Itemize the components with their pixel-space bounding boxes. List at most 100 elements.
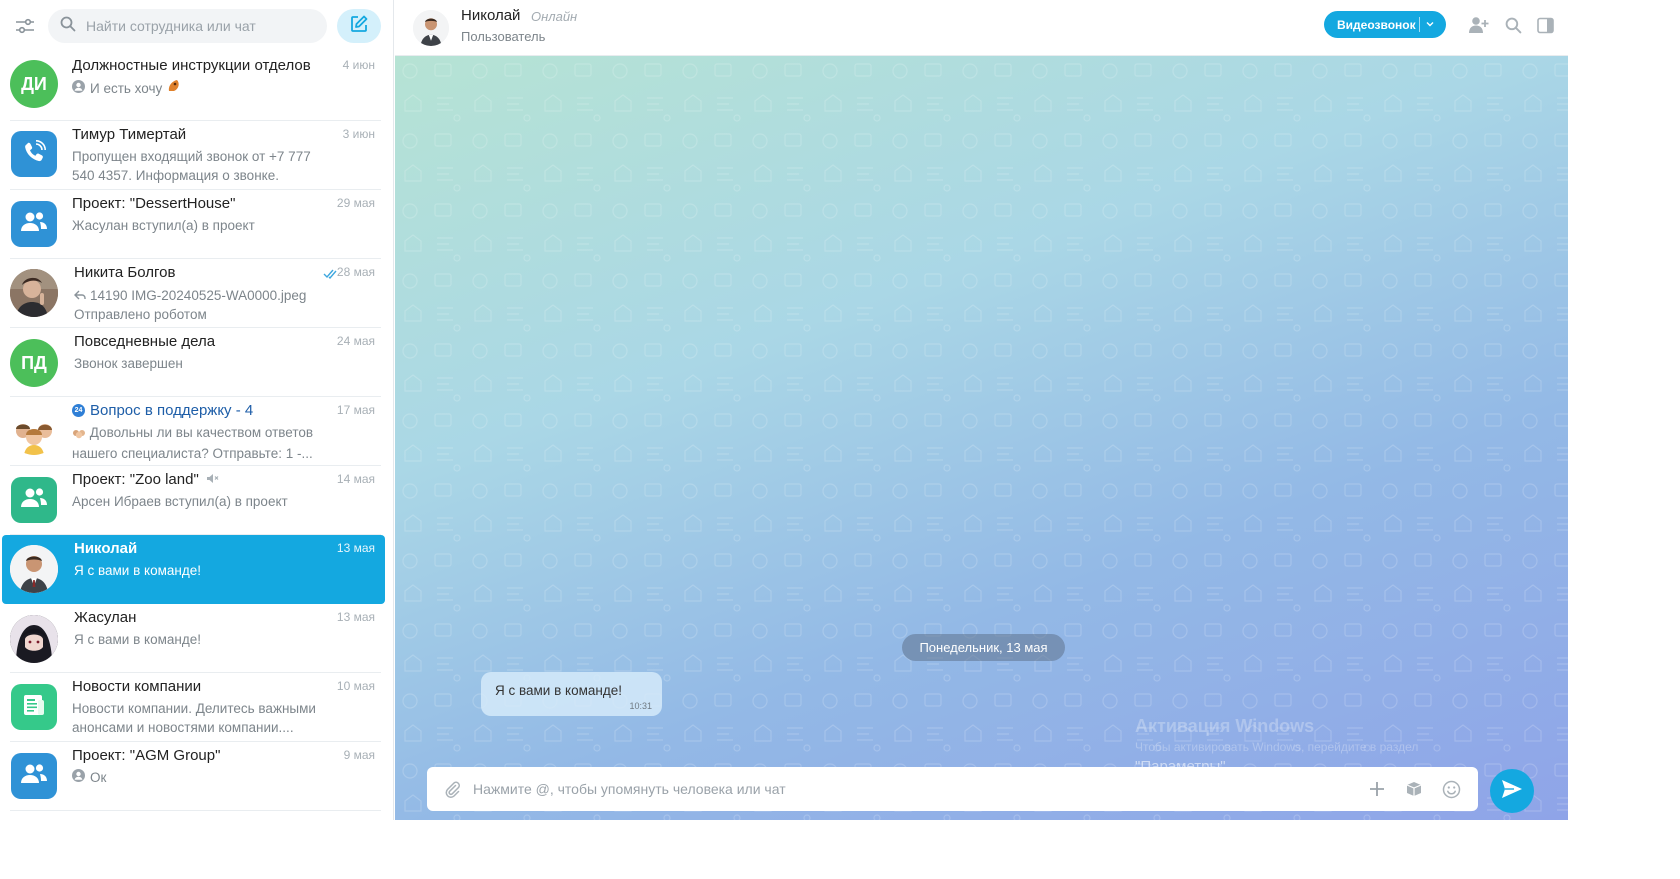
chat-date: 10 мая (336, 679, 375, 693)
chat-title: Повседневные дела (74, 333, 216, 350)
group-icon (20, 763, 48, 790)
avatar: ПД (10, 339, 58, 387)
avatar: ДИ (10, 60, 58, 108)
chat-preview-text: 14190 IMG-20240525-WA0000.jpeg (90, 288, 307, 303)
avatar (10, 269, 58, 317)
message-input[interactable] (473, 781, 1351, 797)
chat-date: 29 мая (336, 196, 375, 210)
read-check-icon (323, 266, 337, 284)
video-call-button[interactable]: Видеозвонок (1324, 11, 1446, 38)
chat-preview: Новости компании. Делитесь важными анонс… (72, 701, 316, 735)
chat-date: 9 мая (343, 748, 375, 762)
chat-item[interactable]: Проект: "DessertHouse" 29 мая Жасулан вс… (2, 190, 385, 259)
video-call-label: Видеозвонок (1337, 17, 1416, 32)
chat-preview-text: Довольны ли вы качеством ответов нашего … (72, 425, 314, 461)
plus-icon[interactable] (1366, 778, 1388, 800)
chat-title: Должностные инструкции отделов (72, 57, 311, 74)
paperclip-icon[interactable] (443, 780, 461, 798)
emoji-icon (167, 78, 182, 98)
chat-title: 24 Вопрос в поддержку - 4 (72, 402, 253, 419)
chat-item[interactable]: Жасулан 13 мая Я с вами в команде! (2, 604, 385, 673)
message-bubble[interactable]: Я с вами в команде! 10:31 (481, 672, 662, 716)
chat-item[interactable]: Проект: "Zoo land" 14 мая Арсен Ибраев в… (2, 466, 385, 535)
avatar (10, 407, 58, 455)
chat-item-active[interactable]: Николай 13 мая Я с вами в команде! (2, 535, 385, 604)
search-icon (60, 16, 76, 37)
chat-header: Николай Онлайн Пользователь Видеозвонок (395, 0, 1568, 56)
header-contact-role: Пользователь (461, 29, 546, 44)
chat-preview: 14190 IMG-20240525-WA0000.jpeg Отправлен… (74, 286, 336, 324)
avatar (11, 201, 57, 247)
chat-item[interactable]: ПД Повседневные дела 24 мая Звонок завер… (2, 328, 385, 397)
chat-item[interactable]: Тимур Тимертай 3 июн Пропущен входящий з… (2, 121, 385, 190)
chat-title: Проект: "DessertHouse" (72, 195, 236, 212)
chat-date: 4 июн (342, 58, 375, 72)
divider (10, 810, 381, 811)
chat-item[interactable]: 24 Вопрос в поддержку - 4 17 мая Довольн… (2, 397, 385, 466)
chat-title: Проект: "Zoo land" (72, 471, 219, 488)
chat-title-text: Проект: "Zoo land" (72, 471, 199, 488)
chat-item[interactable]: ДИ Должностные инструкции отделов 4 июн … (2, 52, 385, 121)
avatar (11, 477, 57, 523)
emoji-icon[interactable] (1440, 778, 1462, 800)
chat-area: Понедельник, 13 мая Я с вами в команде! … (395, 56, 1568, 820)
avatar-initials: ДИ (21, 73, 47, 94)
support-avatar-icon (72, 425, 86, 444)
chat-preview: Пропущен входящий звонок от +7 777 540 4… (72, 149, 311, 183)
sidebar: ДИ Должностные инструкции отделов 4 июн … (0, 0, 394, 820)
muted-icon (206, 471, 219, 488)
add-user-icon[interactable] (1469, 15, 1489, 35)
chat-preview: Я с вами в команде! (74, 632, 201, 647)
chat-preview: Арсен Ибраев вступил(а) в проект (72, 494, 288, 509)
chat-preview: Жасулан вступил(а) в проект (72, 218, 255, 233)
chat-item[interactable]: Проект: "AGM Group" 9 мая Ок (2, 742, 385, 811)
chat-preview: Довольны ли вы качеством ответов нашего … (72, 423, 334, 463)
sidebar-toolbar (0, 0, 393, 52)
watermark-line: Чтобы активировать Windows, перейдите в … (1135, 740, 1419, 754)
chat-item[interactable]: Новости компании 10 мая Новости компании… (2, 673, 385, 742)
chat-date: 13 мая (336, 541, 375, 555)
user-icon (72, 79, 85, 98)
send-button[interactable] (1490, 769, 1534, 813)
chat-date: 14 мая (336, 472, 375, 486)
chat-preview: Ок (72, 768, 334, 787)
avatar (11, 131, 57, 177)
chat-title-text: Вопрос в поддержку - 4 (90, 402, 254, 419)
header-online-status: Онлайн (531, 9, 578, 24)
chevron-down-icon[interactable] (1425, 18, 1435, 32)
chat-title: Никита Болгов (74, 264, 176, 281)
header-avatar[interactable] (413, 10, 449, 46)
chat-title: Проект: "AGM Group" (72, 747, 221, 764)
header-contact-name[interactable]: Николай (461, 7, 520, 24)
side-panel-icon[interactable] (1535, 15, 1555, 35)
chat-date: 28 мая (336, 265, 375, 279)
chat-preview-text: Ок (90, 770, 107, 785)
search-input[interactable] (86, 18, 315, 34)
support-badge-icon: 24 (72, 404, 85, 417)
message-composer (427, 767, 1478, 811)
new-chat-button[interactable] (337, 9, 381, 43)
chat-preview: И есть хочу (72, 78, 334, 98)
forward-icon (74, 286, 86, 305)
compose-icon (350, 15, 368, 38)
chat-item[interactable]: Никита Болгов 28 мая 14190 IMG-20240525-… (2, 259, 385, 328)
chat-date: 13 мая (336, 610, 375, 624)
chat-preview: Я с вами в команде! (74, 563, 201, 578)
button-divider (1419, 17, 1420, 32)
filter-icon[interactable] (12, 13, 38, 39)
search-icon[interactable] (1503, 15, 1523, 35)
avatar-initials: ПД (21, 352, 47, 373)
chat-date: 24 мая (336, 334, 375, 348)
group-icon (20, 211, 48, 238)
search-box[interactable] (48, 9, 327, 43)
chat-preview-subtext: Отправлено роботом (74, 307, 207, 322)
watermark-title: Активация Windows (1135, 716, 1315, 736)
avatar (11, 753, 57, 799)
group-icon (20, 487, 48, 514)
send-icon (1501, 779, 1523, 804)
avatar (11, 684, 57, 730)
chat-preview-text: И есть хочу (90, 80, 163, 96)
phone-icon (21, 139, 47, 170)
message-text: Я с вами в команде! (495, 683, 622, 698)
box-icon[interactable] (1403, 778, 1425, 800)
